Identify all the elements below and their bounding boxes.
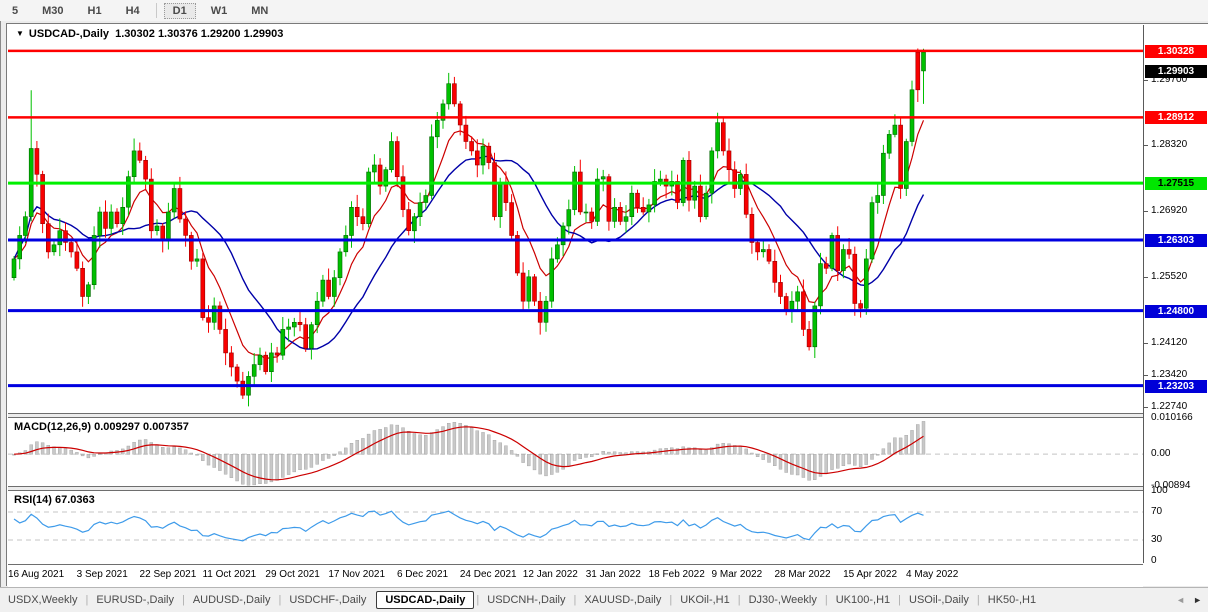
date-axis[interactable]: 16 Aug 2021 3 Sep 2021 22 Sep 2021 11 Oct 2…	[8, 564, 1143, 587]
date-tick-label: 9 Mar 2022	[712, 569, 763, 580]
chart-window: ▼ USDCAD-,Daily 1.30302 1.30376 1.29200 1…	[0, 21, 1208, 587]
date-tick-label: 29 Oct 2021	[265, 569, 319, 580]
level-price-chip: 1.24800	[1145, 305, 1207, 318]
timeframe-button-h1[interactable]: H1	[79, 3, 111, 19]
rsi-axis-label: 70	[1151, 506, 1162, 517]
date-tick-label: 22 Sep 2021	[140, 569, 197, 580]
chart-tab-usoil[interactable]: USOil-,Daily	[901, 592, 977, 608]
chart-tab-uk100[interactable]: UK100-,H1	[828, 592, 898, 608]
date-tick-label: 28 Mar 2022	[774, 569, 830, 580]
timeframe-button-mn[interactable]: MN	[242, 3, 277, 19]
level-price-chip: 1.23203	[1145, 380, 1207, 393]
level-price-chip: 1.28912	[1145, 111, 1207, 124]
axis-tick-mark	[1144, 80, 1148, 81]
axis-tick-mark	[1144, 277, 1148, 278]
timeframe-button-5[interactable]: 5	[3, 3, 27, 19]
axis-tick-mark	[1144, 343, 1148, 344]
symbol-dropdown-icon: ▼	[16, 29, 24, 38]
date-tick-label: 24 Dec 2021	[460, 569, 517, 580]
timeframe-toolbar: 5 M30 H1 H4 D1 W1 MN	[0, 0, 1208, 22]
timeframe-button-w1[interactable]: W1	[202, 3, 237, 19]
chart-ohlc-values: 1.30302 1.30376 1.29200 1.29903	[115, 28, 283, 40]
date-tick-label: 3 Sep 2021	[77, 569, 128, 580]
rsi-indicator-label: RSI(14) 67.0363	[14, 494, 95, 506]
chart-tab-ukoil[interactable]: UKOil-,H1	[672, 592, 738, 608]
rsi-axis-label: 100	[1151, 485, 1168, 496]
level-price-chip: 1.30328	[1145, 45, 1207, 58]
macd-axis-label: 0.00	[1151, 448, 1170, 459]
tabs-scroll-right-icon[interactable]: ►	[1193, 595, 1202, 605]
date-tick-label: 4 May 2022	[906, 569, 958, 580]
axis-tick-mark	[1144, 211, 1148, 212]
timeframe-button-m30[interactable]: M30	[33, 3, 72, 19]
rsi-axis-label: 30	[1151, 534, 1162, 545]
rsi-axis-label: 0	[1151, 555, 1157, 566]
chart-tab-usdchf[interactable]: USDCHF-,Daily	[281, 592, 374, 608]
chart-tabs-bar: USDX,Weekly|EURUSD-,Daily|AUDUSD-,Daily|…	[0, 587, 1208, 612]
date-tick-label: 11 Oct 2021	[202, 569, 256, 580]
candlestick-chart	[8, 25, 1143, 586]
axis-tick-mark	[1144, 375, 1148, 376]
chart-tab-usdx[interactable]: USDX,Weekly	[0, 592, 85, 608]
macd-axis-label: 0.010166	[1151, 412, 1193, 423]
date-tick-label: 17 Nov 2021	[328, 569, 385, 580]
price-tick-label: 1.28320	[1151, 139, 1187, 150]
chart-tab-usdcnh[interactable]: USDCNH-,Daily	[479, 592, 573, 608]
date-tick-label: 31 Jan 2022	[586, 569, 641, 580]
tab-scroll-controls: ◄►	[1176, 595, 1208, 605]
mt4-terminal: { "toolbar": { "timeframes": ["5", "M30"…	[0, 0, 1208, 612]
price-axis[interactable]: 1.297001.283201.269201.255201.241201.234…	[1143, 25, 1208, 563]
chart-tab-dj30[interactable]: DJ30-,Weekly	[741, 592, 825, 608]
level-price-chip: 1.27515	[1145, 177, 1207, 190]
chart-frame: ▼ USDCAD-,Daily 1.30302 1.30376 1.29200 1…	[6, 23, 1208, 586]
chart-symbol-label: USDCAD-,Daily	[29, 28, 109, 40]
pane-separator[interactable]	[8, 413, 1143, 418]
chart-title: ▼ USDCAD-,Daily 1.30302 1.30376 1.29200 1…	[16, 28, 283, 40]
level-price-chip: 1.26303	[1145, 234, 1207, 247]
timeframe-button-h4[interactable]: H4	[117, 3, 149, 19]
current-price-chip: 1.29903	[1145, 65, 1207, 78]
chart-plot-area[interactable]: ▼ USDCAD-,Daily 1.30302 1.30376 1.29200 1…	[8, 25, 1143, 586]
price-tick-label: 1.22740	[1151, 401, 1187, 412]
timeframe-button-d1[interactable]: D1	[164, 3, 196, 19]
date-tick-label: 16 Aug 2021	[8, 569, 64, 580]
price-tick-label: 1.26920	[1151, 205, 1187, 216]
chart-tab-hk50[interactable]: HK50-,H1	[980, 592, 1044, 608]
date-tick-label: 6 Dec 2021	[397, 569, 448, 580]
tabs-scroll-left-icon[interactable]: ◄	[1176, 595, 1185, 605]
price-tick-label: 1.24120	[1151, 337, 1187, 348]
chart-tab-usdcad[interactable]: USDCAD-,Daily	[376, 591, 474, 609]
axis-tick-mark	[1144, 407, 1148, 408]
axis-tick-mark	[1144, 145, 1148, 146]
pane-separator[interactable]	[8, 486, 1143, 491]
date-tick-label: 15 Apr 2022	[843, 569, 897, 580]
chart-tab-audusd[interactable]: AUDUSD-,Daily	[185, 592, 279, 608]
chart-tab-xauusd[interactable]: XAUUSD-,Daily	[576, 592, 669, 608]
date-tick-label: 18 Feb 2022	[649, 569, 705, 580]
toolbar-separator	[156, 3, 157, 18]
date-tick-label: 12 Jan 2022	[523, 569, 578, 580]
price-tick-label: 1.25520	[1151, 271, 1187, 282]
macd-indicator-label: MACD(12,26,9) 0.009297 0.007357	[14, 421, 189, 433]
chart-tab-eurusd[interactable]: EURUSD-,Daily	[88, 592, 182, 608]
price-tick-label: 1.23420	[1151, 369, 1187, 380]
